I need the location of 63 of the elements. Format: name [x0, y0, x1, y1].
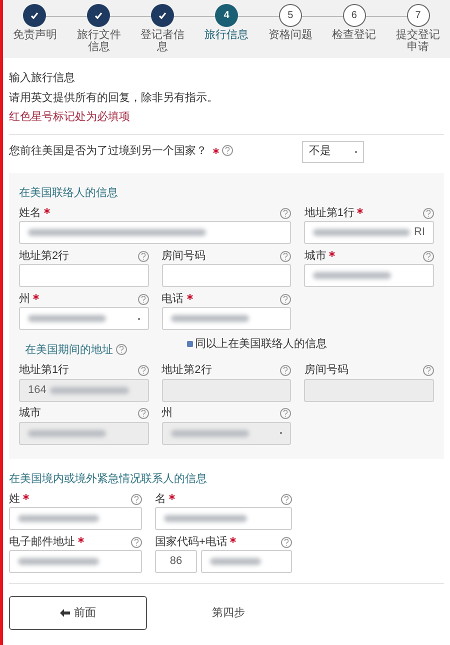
select-field[interactable]: [19, 307, 149, 330]
help-icon[interactable]: [281, 536, 292, 548]
field-label: 姓名: [19, 206, 41, 221]
input-field[interactable]: [19, 221, 292, 244]
instruction-text: 请用英文提供所有的回复，除非另有指示。: [9, 90, 219, 106]
arrow-left-icon: [60, 609, 70, 617]
step-label: 检查登记: [331, 30, 378, 42]
section-title: 输入旅行信息: [9, 71, 76, 86]
help-icon[interactable]: [280, 250, 292, 262]
field-label: 房间号码: [304, 362, 348, 378]
step-label: 登记者信息: [140, 30, 186, 54]
input-field[interactable]: [19, 264, 149, 287]
check-icon[interactable]: [87, 4, 110, 27]
check-icon[interactable]: [151, 4, 174, 27]
input-field[interactable]: [304, 264, 434, 287]
field-label: 地址第1行: [19, 363, 70, 378]
section-title: 在美国期间的地址: [25, 342, 113, 358]
input-field[interactable]: [162, 264, 292, 287]
field-label: 电话: [162, 292, 184, 307]
field-label: 名: [155, 492, 166, 507]
field-label: 电子邮件地址: [9, 534, 75, 550]
field-label: 地址第1行: [304, 206, 354, 221]
help-icon[interactable]: [138, 294, 149, 304]
step-label: 旅行信息: [203, 30, 250, 42]
help-icon[interactable]: [138, 250, 149, 262]
step-label: 旅行文件信息: [76, 30, 122, 54]
question-label: 您前往美国是否为了过境到另一个国家？: [9, 144, 207, 160]
section-title: 在美国境内或境外紧急情况联系人的信息: [9, 472, 208, 486]
input-field[interactable]: [9, 507, 142, 530]
help-icon[interactable]: [423, 208, 434, 218]
field-label: 城市: [304, 248, 326, 264]
step-label: 资格问题: [267, 30, 314, 42]
input-field[interactable]: [162, 307, 292, 330]
step-label: 免责声明: [12, 30, 58, 42]
back-button[interactable]: 前面: [9, 596, 147, 630]
help-icon[interactable]: [281, 494, 292, 504]
help-icon[interactable]: [280, 208, 292, 218]
help-icon[interactable]: [131, 536, 142, 548]
field-label: 地址第2行: [19, 248, 70, 264]
field-label: 姓: [9, 492, 20, 507]
input-field[interactable]: RI: [304, 221, 434, 244]
same-address-checkbox[interactable]: 同以上在美国联络人的信息: [187, 336, 327, 352]
answer-select[interactable]: 不是: [302, 140, 364, 162]
help-icon[interactable]: [280, 294, 292, 304]
help-icon[interactable]: [131, 494, 142, 504]
field-label: 州: [162, 406, 173, 422]
section-title: 在美国联络人的信息: [19, 186, 119, 200]
field-label: 国家代码+电话: [155, 534, 228, 550]
step-indicator: 第四步: [212, 606, 245, 621]
phone-field[interactable]: [201, 550, 292, 573]
required-note: 红色星号标记处为必填项: [9, 110, 131, 125]
field-label: 地址第2行: [162, 363, 212, 378]
help-icon[interactable]: [423, 250, 434, 262]
country-code-field[interactable]: 86: [155, 550, 197, 573]
field-label: 城市: [19, 406, 41, 422]
field-label: 房间号码: [162, 248, 206, 264]
field-label: 州: [19, 292, 30, 307]
help-icon[interactable]: [116, 344, 127, 355]
step-label: 提交登记申请: [395, 30, 442, 54]
input-field[interactable]: [155, 507, 292, 530]
help-icon[interactable]: [222, 145, 233, 156]
check-icon[interactable]: [23, 4, 46, 27]
input-field[interactable]: [9, 550, 142, 573]
